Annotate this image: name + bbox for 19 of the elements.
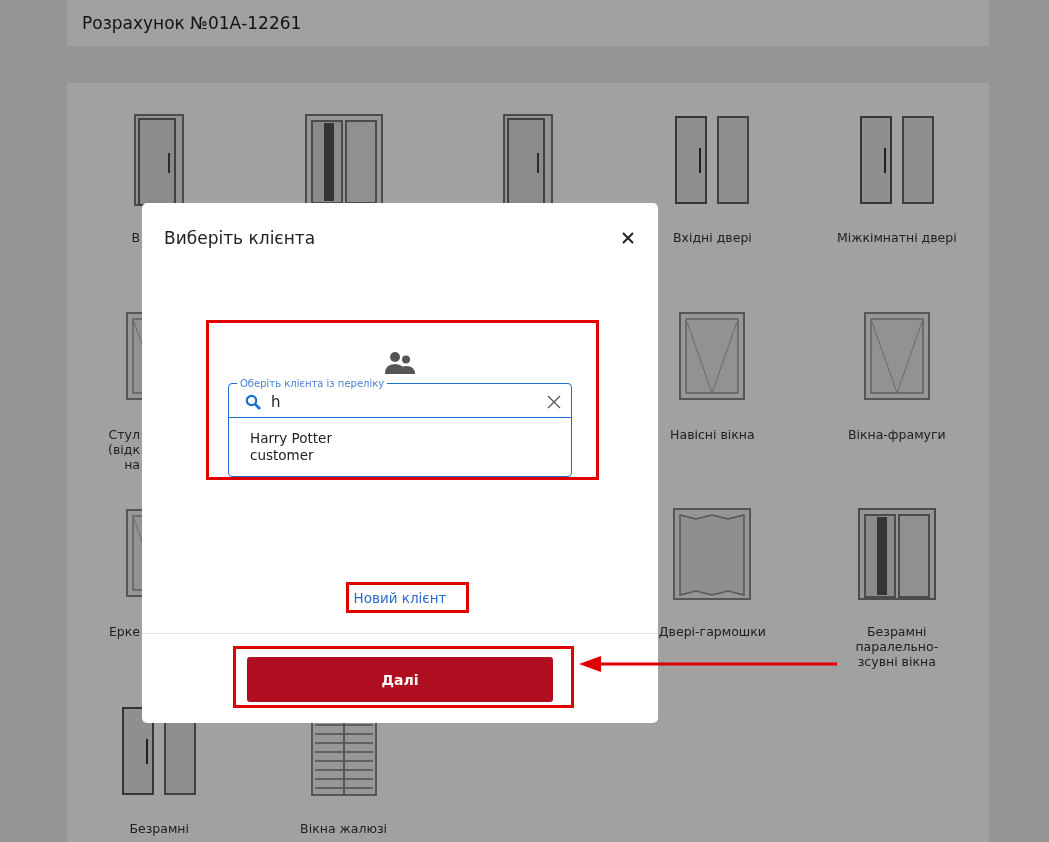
product-label[interactable]: В — [82, 230, 140, 245]
next-button[interactable]: Далі — [247, 657, 553, 702]
product-label[interactable]: Безрамні паралельно- зсувні вікна — [831, 624, 962, 669]
product-label[interactable]: Ерке — [82, 624, 140, 639]
product-label[interactable]: Вікна жалюзі — [278, 821, 409, 836]
people-icon — [385, 352, 415, 374]
product-label[interactable]: Безрамні — [94, 821, 225, 836]
product-label[interactable]: Стул (відк на — [82, 427, 140, 472]
page-title: Розрахунок №01А-12261 — [82, 13, 302, 33]
clear-icon[interactable] — [547, 395, 561, 409]
close-button[interactable] — [620, 230, 636, 246]
client-option[interactable]: Harry Potter customer — [229, 418, 353, 476]
product-label[interactable]: Міжкімнатні двері — [831, 230, 962, 245]
new-client-link[interactable]: Новий клієнт — [353, 590, 447, 606]
product-label[interactable]: Вікна-фрамуги — [831, 427, 962, 442]
field-label: Оберіть клієнта із переліку — [239, 378, 386, 389]
dialog-title: Виберіть клієнта — [164, 228, 316, 248]
search-icon — [245, 394, 261, 410]
close-icon — [622, 232, 634, 244]
